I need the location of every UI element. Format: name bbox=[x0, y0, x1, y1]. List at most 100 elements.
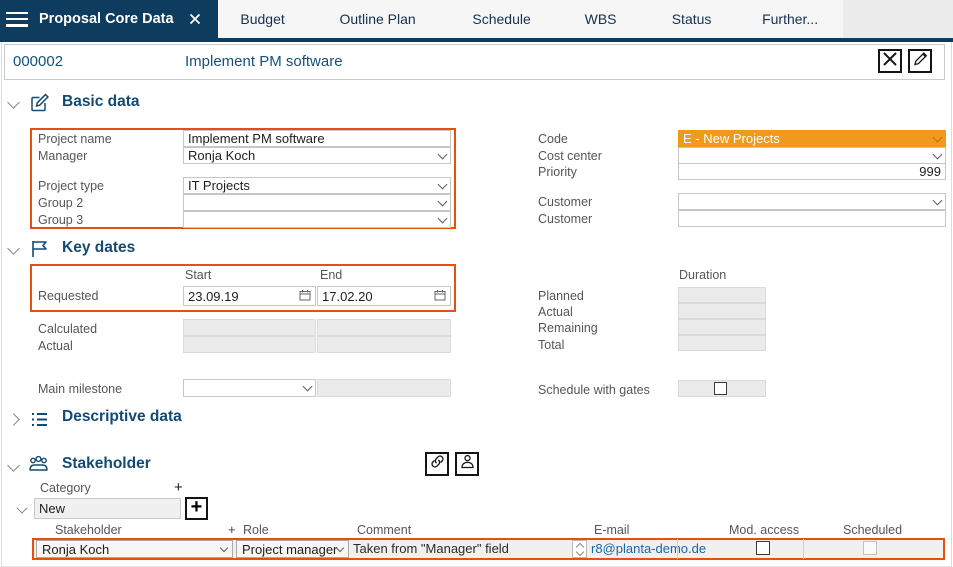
tab-active-label: Proposal Core Data bbox=[39, 11, 174, 27]
stakeholder-role-select[interactable]: Project manager bbox=[236, 540, 349, 558]
group3-select[interactable] bbox=[183, 211, 451, 228]
stakeholder-email-link[interactable]: r8@planta-demo.de bbox=[591, 541, 706, 556]
column-mod-access: Mod. access bbox=[729, 523, 799, 537]
label-planned: Planned bbox=[538, 289, 584, 303]
chevron-down-icon bbox=[438, 149, 448, 159]
link-icon bbox=[429, 453, 446, 475]
tab-status[interactable]: Status bbox=[646, 0, 738, 38]
section-title-key-dates: Key dates bbox=[62, 239, 135, 257]
column-email: E-mail bbox=[594, 523, 629, 537]
customer-input[interactable] bbox=[678, 210, 946, 227]
label-remaining: Remaining bbox=[538, 321, 598, 335]
label-manager: Manager bbox=[38, 149, 87, 163]
tab-bar: Proposal Core Data Budget Outline Plan S… bbox=[0, 0, 953, 38]
customer-select[interactable] bbox=[678, 193, 946, 210]
chevron-down-icon bbox=[933, 149, 943, 159]
label-actual-duration: Actual bbox=[538, 305, 573, 319]
label-actual-dates: Actual bbox=[38, 339, 73, 353]
label-group3: Group 3 bbox=[38, 213, 83, 227]
label-requested: Requested bbox=[38, 289, 98, 303]
mod-access-checkbox[interactable] bbox=[756, 541, 770, 555]
email-spinner[interactable] bbox=[572, 540, 587, 558]
label-group2: Group 2 bbox=[38, 196, 83, 210]
label-code: Code bbox=[538, 132, 568, 146]
column-start: Start bbox=[185, 268, 211, 282]
list-icon bbox=[29, 409, 50, 435]
column-duration: Duration bbox=[679, 268, 726, 282]
chevron-down-icon bbox=[933, 132, 943, 142]
total-duration-field bbox=[678, 335, 766, 351]
requested-start-input[interactable]: 23.09.19 bbox=[183, 286, 316, 306]
tab-outline-plan[interactable]: Outline Plan bbox=[308, 0, 448, 38]
hamburger-menu-icon[interactable] bbox=[6, 12, 28, 27]
calendar-icon[interactable] bbox=[299, 289, 311, 304]
people-group-icon bbox=[26, 452, 51, 482]
column-stakeholder: Stakeholder bbox=[55, 523, 122, 537]
label-priority: Priority bbox=[538, 165, 577, 179]
schedule-with-gates-checkbox[interactable] bbox=[714, 382, 727, 395]
add-stakeholder-group-button[interactable]: + bbox=[185, 497, 208, 520]
section-title-descriptive-data: Descriptive data bbox=[62, 408, 182, 426]
stakeholder-name-select[interactable]: Ronja Koch bbox=[36, 540, 233, 558]
code-select[interactable]: E - New Projects bbox=[678, 130, 946, 147]
section-title-basic-data: Basic data bbox=[62, 93, 140, 111]
requested-end-input[interactable]: 17.02.20 bbox=[317, 286, 451, 306]
manager-select[interactable]: Ronja Koch bbox=[183, 147, 451, 164]
pencil-icon bbox=[912, 51, 928, 72]
project-name-input[interactable]: Implement PM software bbox=[183, 130, 451, 147]
column-divider bbox=[803, 539, 804, 559]
link-stakeholder-button[interactable] bbox=[425, 452, 449, 476]
chevron-down-icon bbox=[438, 213, 448, 223]
delete-button[interactable] bbox=[878, 49, 902, 73]
main-milestone-select[interactable] bbox=[183, 379, 316, 397]
category-group-field[interactable]: New bbox=[34, 498, 181, 519]
chevron-down-icon bbox=[438, 196, 448, 206]
flag-icon bbox=[29, 238, 50, 264]
tab-schedule[interactable]: Schedule bbox=[448, 0, 556, 38]
label-customer-2: Customer bbox=[538, 212, 592, 226]
chevron-down-icon bbox=[303, 382, 313, 392]
label-cost-center: Cost center bbox=[538, 149, 602, 163]
tab-further[interactable]: Further... bbox=[738, 0, 843, 38]
planned-duration-field bbox=[678, 287, 766, 303]
tab-proposal-core-data[interactable]: Proposal Core Data bbox=[0, 0, 218, 38]
project-type-select[interactable]: IT Projects bbox=[183, 177, 451, 194]
tab-close-icon[interactable] bbox=[188, 12, 202, 26]
cost-center-select[interactable] bbox=[678, 147, 946, 164]
label-calculated: Calculated bbox=[38, 322, 97, 336]
column-end: End bbox=[320, 268, 342, 282]
label-schedule-with-gates: Schedule with gates bbox=[538, 383, 650, 397]
label-main-milestone: Main milestone bbox=[38, 382, 122, 396]
stakeholder-comment: Taken from "Manager" field bbox=[353, 541, 509, 556]
priority-input[interactable]: 999 bbox=[678, 163, 946, 180]
add-stakeholder-row-button[interactable]: + bbox=[228, 523, 236, 536]
column-comment: Comment bbox=[357, 523, 411, 537]
tab-bar-filler bbox=[843, 0, 953, 38]
label-category: Category bbox=[40, 481, 91, 495]
label-total: Total bbox=[538, 338, 564, 352]
calculated-start-field bbox=[183, 319, 316, 336]
scheduled-checkbox[interactable] bbox=[863, 541, 877, 555]
project-id: 000002 bbox=[13, 53, 63, 70]
group2-select[interactable] bbox=[183, 194, 451, 211]
column-role: Role bbox=[243, 523, 269, 537]
calendar-icon[interactable] bbox=[434, 289, 446, 304]
remaining-duration-field bbox=[678, 319, 766, 335]
record-header bbox=[4, 44, 945, 80]
chevron-down-icon bbox=[336, 543, 344, 551]
add-category-button[interactable]: + bbox=[174, 480, 183, 495]
label-customer-1: Customer bbox=[538, 195, 592, 209]
label-project-type: Project type bbox=[38, 179, 104, 193]
tab-budget[interactable]: Budget bbox=[218, 0, 308, 38]
actual-start-field bbox=[183, 336, 316, 353]
add-person-button[interactable] bbox=[455, 452, 479, 476]
column-scheduled: Scheduled bbox=[843, 523, 902, 537]
close-x-icon bbox=[882, 51, 898, 72]
column-divider bbox=[677, 539, 678, 559]
edit-button[interactable] bbox=[908, 49, 932, 73]
tab-wbs[interactable]: WBS bbox=[556, 0, 646, 38]
section-title-stakeholder: Stakeholder bbox=[62, 455, 151, 473]
label-project-name: Project name bbox=[38, 132, 112, 146]
person-icon bbox=[459, 453, 476, 475]
main-milestone-date-field bbox=[317, 379, 451, 397]
